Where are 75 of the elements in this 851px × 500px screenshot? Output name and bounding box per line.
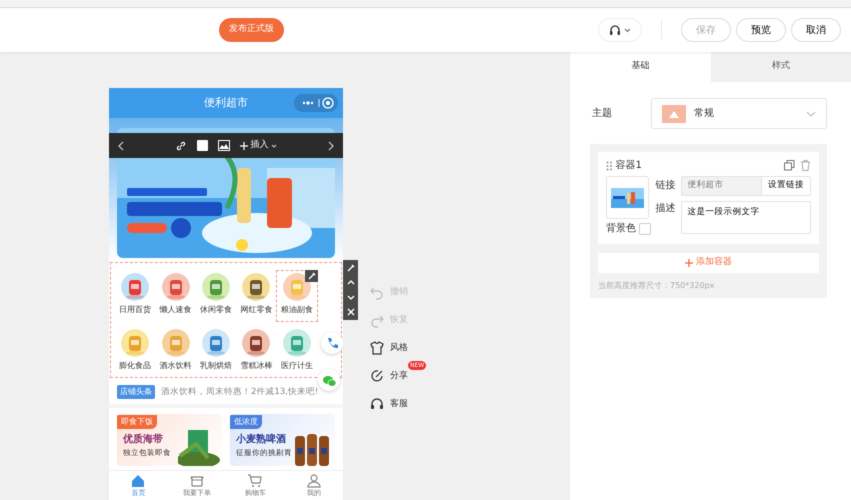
description-field[interactable]: 这是一段示例文字 — [680, 200, 811, 234]
category-item[interactable]: 粮油副食 — [276, 271, 317, 321]
chevron-down-icon — [806, 110, 816, 116]
promo-tag: 低浓度 — [230, 415, 262, 429]
promo-tag: 即食下饭 — [117, 415, 157, 429]
category-item[interactable]: 乳制烘焙 — [196, 327, 236, 377]
caret-icon — [271, 144, 277, 148]
link-icon[interactable] — [175, 140, 187, 152]
category-item[interactable]: 医疗计生 — [276, 327, 317, 377]
capsule-menu-icon[interactable] — [294, 94, 338, 112]
home-icon — [130, 473, 146, 488]
category-item[interactable]: 懒人速食 — [155, 271, 196, 321]
theme-select[interactable]: 常规 — [651, 98, 827, 129]
header-button[interactable]: 取消 — [791, 18, 841, 42]
category-label: 懒人速食 — [160, 304, 192, 316]
move-down-icon[interactable] — [346, 292, 356, 302]
theme-swatch-icon — [662, 104, 686, 122]
field-label: 链接 — [656, 178, 676, 193]
category-label: 医疗计生 — [280, 360, 313, 372]
support-dropdown[interactable] — [598, 18, 642, 42]
field-label: 描述 — [656, 202, 676, 216]
drag-handle-icon[interactable] — [606, 160, 613, 170]
headset-icon — [609, 24, 622, 36]
color-picker[interactable] — [638, 222, 650, 234]
color-swatch-icon[interactable] — [197, 140, 208, 151]
insert-button[interactable]: 插入 — [240, 138, 277, 152]
chat-icon — [322, 374, 336, 386]
previous-icon[interactable] — [117, 140, 125, 152]
header-button[interactable]: 预览 — [736, 18, 786, 42]
edit-icon[interactable] — [305, 270, 318, 282]
close-icon[interactable] — [346, 307, 356, 318]
category-label: 日用百货 — [119, 304, 152, 316]
notice-text: 酒水饮料，周末特惠！2件减13,快来吧! — [161, 386, 318, 398]
category-item[interactable]: 膨化食品 — [115, 327, 156, 377]
cart-icon — [247, 473, 264, 488]
copy-icon[interactable] — [784, 160, 795, 171]
caret-icon — [624, 27, 631, 33]
side-action-button[interactable]: 风格 — [370, 341, 408, 356]
edit-icon[interactable] — [346, 262, 356, 273]
promo-title: 优质海带 — [122, 432, 164, 447]
page-title: 便利超市 — [204, 94, 248, 111]
notice-tag: 店铺头条 — [117, 385, 155, 399]
category-item[interactable]: 雪糕冰棒 — [236, 327, 277, 377]
side-action-button[interactable]: 客服 — [370, 397, 408, 412]
size-hint: 当前高度推荐尺寸：750*320px — [598, 280, 716, 292]
panel-tab[interactable]: 样式 — [710, 52, 851, 82]
category-label: 酒水饮料 — [160, 360, 192, 372]
call-button[interactable] — [321, 332, 343, 354]
undo-icon — [370, 285, 384, 300]
category-label: 休闲零食 — [200, 304, 232, 316]
plus-icon — [240, 142, 248, 150]
user-icon — [306, 473, 322, 488]
side-action-button[interactable]: 分享 — [370, 369, 408, 384]
plus-icon — [685, 259, 694, 267]
field-label: 主题 — [592, 106, 612, 121]
image-icon[interactable] — [218, 140, 230, 151]
category-item[interactable]: 酒水饮料 — [155, 327, 196, 377]
phone-icon — [325, 336, 339, 350]
category-item[interactable]: 网红零食 — [236, 271, 277, 321]
image-thumbnail[interactable] — [606, 176, 649, 218]
container-title: 容器1 — [616, 158, 642, 173]
category-label: 粮油副食 — [280, 304, 313, 316]
next-icon[interactable] — [327, 140, 335, 152]
category-item[interactable]: 日用百货 — [115, 271, 156, 321]
shirt-icon — [370, 341, 384, 356]
share-icon — [370, 369, 384, 384]
field-label: 背景色 — [606, 222, 636, 236]
category-label: 雪糕冰棒 — [240, 360, 272, 372]
redo-icon — [370, 313, 384, 328]
category-label: 膨化食品 — [119, 360, 152, 372]
category-item[interactable]: 休闲零食 — [196, 271, 236, 321]
category-label: 乳制烘焙 — [200, 360, 232, 372]
category-label: 网红零食 — [240, 304, 272, 316]
promo-title: 小麦熟啤酒 — [234, 432, 287, 447]
headset-icon — [370, 397, 384, 412]
